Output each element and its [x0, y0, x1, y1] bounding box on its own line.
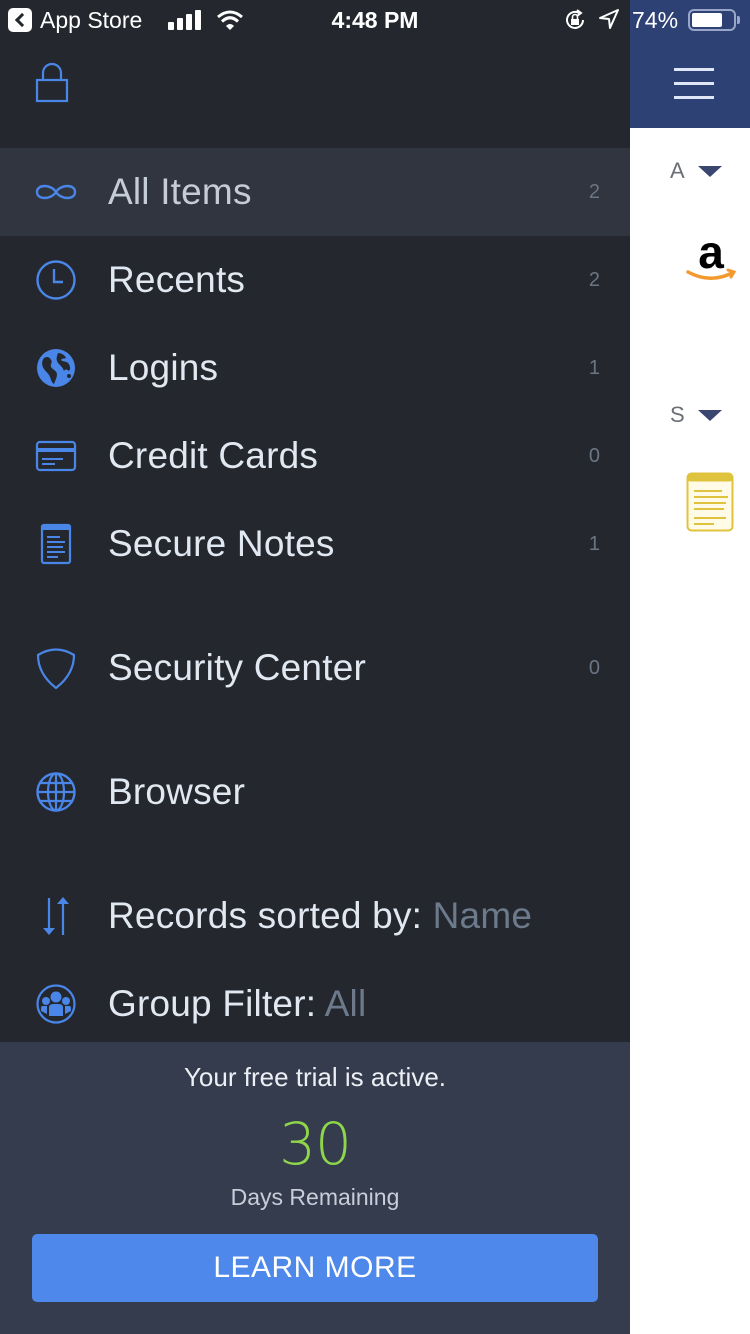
sidebar-item-label: Security Center	[108, 647, 366, 688]
secure-note-icon[interactable]	[686, 472, 734, 532]
group-filter-value: All	[324, 983, 367, 1024]
group-filter-option[interactable]: Group Filter: All	[0, 960, 630, 1048]
sidebar-item-all-items[interactable]: All Items 2	[0, 148, 630, 236]
amazon-logo-icon[interactable]: a	[682, 226, 740, 284]
location-arrow-icon	[598, 8, 620, 30]
battery-tip	[737, 16, 740, 24]
sidebar-item-label: Logins	[108, 347, 219, 388]
sidebar-item-label: Browser	[108, 771, 246, 812]
caret-down-icon	[698, 409, 722, 421]
item-count: 1	[588, 356, 600, 379]
group-filter-label-text: Group Filter:	[108, 983, 317, 1024]
menu-icon[interactable]	[674, 68, 714, 100]
sidebar-item-credit-cards[interactable]: Credit Cards 0	[0, 412, 630, 500]
globe-grid-icon	[34, 770, 78, 814]
status-bar: App Store 4:48 PM 74%	[0, 0, 750, 40]
infinity-icon	[34, 170, 78, 214]
group-filter-label: Group Filter: All	[108, 983, 366, 1025]
sidebar-item-browser[interactable]: Browser	[0, 748, 630, 836]
sort-label-text: Records sorted by:	[108, 895, 423, 936]
item-count: 2	[588, 180, 600, 203]
sort-arrows-icon	[34, 894, 78, 938]
battery-icon	[688, 9, 736, 31]
credit-card-icon	[34, 434, 78, 478]
sidebar-item-recents[interactable]: Recents 2	[0, 236, 630, 324]
globe-earth-icon	[34, 346, 78, 390]
item-count: 0	[588, 444, 600, 467]
sidebar-item-security-center[interactable]: Security Center 0	[0, 624, 630, 712]
sidebar-item-label: Recents	[108, 259, 246, 300]
sidebar-item-label: All Items	[108, 171, 252, 212]
learn-more-button[interactable]: LEARN MORE	[32, 1234, 598, 1302]
shield-icon	[34, 646, 78, 690]
sidebar-item-label: Secure Notes	[108, 523, 335, 564]
section-header-s[interactable]: S	[670, 400, 722, 430]
item-count: 1	[588, 532, 600, 555]
sort-label: Records sorted by: Name	[108, 895, 532, 937]
caret-down-icon	[698, 165, 722, 177]
main-panel: A a S	[630, 0, 750, 1334]
section-letter: A	[670, 158, 685, 183]
section-header-a[interactable]: A	[670, 156, 722, 186]
trial-panel: Your free trial is active. 30 Days Remai…	[0, 1042, 630, 1334]
svg-text:a: a	[698, 232, 724, 278]
days-remaining-count: 30	[279, 1110, 352, 1178]
sidebar-item-label: Credit Cards	[108, 435, 319, 476]
sidebar-item-secure-notes[interactable]: Secure Notes 1	[0, 500, 630, 588]
lock-icon[interactable]	[34, 62, 70, 104]
sort-value: Name	[432, 895, 533, 936]
item-count: 2	[588, 268, 600, 291]
battery-percent: 74%	[632, 7, 679, 33]
days-remaining-label: Days Remaining	[230, 1184, 400, 1210]
item-count: 0	[588, 656, 600, 679]
rotation-lock-icon	[563, 8, 587, 32]
battery-level	[692, 13, 722, 27]
sidebar-item-logins[interactable]: Logins 1	[0, 324, 630, 412]
sort-records-option[interactable]: Records sorted by: Name	[0, 872, 630, 960]
section-letter: S	[670, 402, 685, 427]
note-icon	[34, 522, 78, 566]
trial-message: Your free trial is active.	[183, 1062, 447, 1092]
group-icon	[34, 982, 78, 1026]
sidebar-drawer: All Items 2 Recents 2 Logins 1 Credit Ca…	[0, 0, 630, 1334]
clock-icon	[34, 258, 78, 302]
